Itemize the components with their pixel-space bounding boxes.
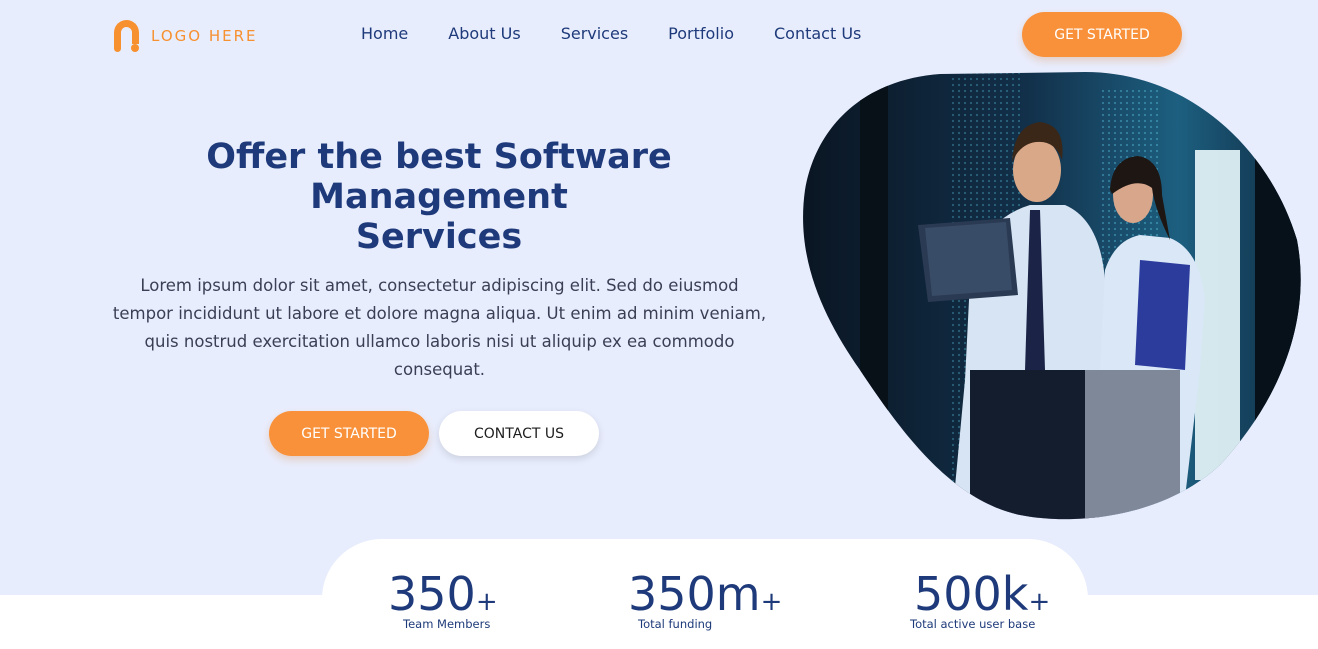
nav-services[interactable]: Services	[561, 24, 628, 43]
hero-title-line-1: Offer the best Software	[206, 137, 672, 177]
hero-photo	[803, 72, 1301, 520]
hero-title: Offer the best Software Management Servi…	[180, 137, 698, 257]
stat-team-members: 350+ Team Members	[388, 567, 498, 631]
stat-label: Total funding	[638, 617, 713, 631]
hero-get-started-button[interactable]: GET STARTED	[269, 411, 429, 456]
stat-value: 350	[388, 567, 476, 621]
stats-panel: 350+ Team Members 350m+ Total funding 50…	[322, 539, 1088, 649]
hero-title-line-3: Services	[355, 217, 523, 257]
nav-contact-us[interactable]: Contact Us	[774, 24, 861, 43]
stat-value: 350m	[628, 567, 761, 621]
nav-portfolio[interactable]: Portfolio	[668, 24, 734, 43]
nav-about-us[interactable]: About Us	[448, 24, 520, 43]
logo-icon	[114, 20, 139, 52]
stat-total-funding: 350m+ Total funding	[628, 567, 783, 631]
hero-title-line-2: Management	[310, 177, 568, 217]
hero-contact-us-button[interactable]: CONTACT US	[439, 411, 599, 456]
hero-description: Lorem ipsum dolor sit amet, consectetur …	[112, 276, 767, 379]
main-nav: Home About Us Services Portfolio Contact…	[361, 24, 861, 43]
stat-active-users: 500k+ Total active user base	[910, 567, 1051, 631]
stat-suffix: +	[760, 587, 783, 617]
header-get-started-button[interactable]: GET STARTED	[1022, 12, 1182, 57]
stat-label: Team Members	[403, 617, 491, 631]
stat-suffix: +	[475, 587, 498, 617]
logo[interactable]: LOGO HERE	[114, 20, 257, 52]
nav-home[interactable]: Home	[361, 24, 408, 43]
stat-suffix: +	[1028, 587, 1051, 617]
stat-value: 500k	[914, 567, 1029, 621]
stat-label: Total active user base	[910, 617, 1036, 631]
logo-text: LOGO HERE	[151, 27, 258, 45]
